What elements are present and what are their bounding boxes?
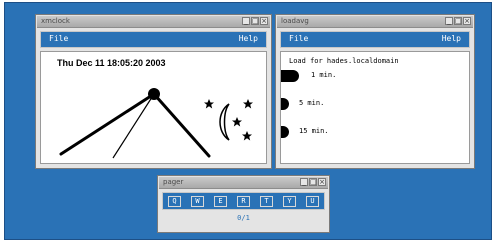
pager-titlebar[interactable]: pager _ □ × — [159, 177, 328, 189]
load-bar-1min — [281, 70, 299, 82]
clock-face — [59, 88, 253, 159]
loadavg-titlebar[interactable]: loadavg _ □ × — [277, 16, 473, 28]
minimize-button[interactable]: _ — [242, 17, 250, 25]
pager-window-title: pager — [163, 178, 184, 186]
file-menu[interactable]: File — [289, 34, 308, 43]
loadavg-content: Load for hades.localdomain 1 min. 5 min.… — [280, 51, 470, 164]
star-icon — [204, 99, 214, 109]
clock-content: Thu Dec 11 18:05:20 2003 — [40, 51, 267, 164]
pager-button[interactable]: R — [237, 196, 250, 207]
minimize-button[interactable]: _ — [445, 17, 453, 25]
moon-icon — [219, 103, 230, 141]
pager-button[interactable]: T — [260, 196, 273, 207]
star-icon — [242, 131, 252, 141]
clock-window-title: xmclock — [41, 17, 70, 25]
load-label-15min: 15 min. — [299, 127, 329, 135]
load-bar-15min — [281, 126, 289, 138]
file-menu[interactable]: File — [49, 34, 68, 43]
desktop: xmclock _ □ × File Help Thu Dec 11 18:05… — [4, 2, 492, 240]
load-label-5min: 5 min. — [299, 99, 325, 107]
maximize-button[interactable]: □ — [251, 17, 259, 25]
pager-window[interactable]: pager _ □ × Q W E R T Y U 0/1 — [157, 175, 330, 233]
pager-status: 0/1 — [237, 214, 250, 222]
pager-button[interactable]: E — [214, 196, 227, 207]
star-icon — [243, 99, 253, 109]
loadavg-window[interactable]: loadavg _ □ × File Help Load for hades.l… — [275, 14, 475, 169]
loadavg-window-title: loadavg — [281, 17, 309, 25]
help-menu[interactable]: Help — [442, 34, 461, 43]
maximize-button[interactable]: □ — [309, 178, 317, 186]
minimize-button[interactable]: _ — [300, 178, 308, 186]
load-bar-5min — [281, 98, 289, 110]
loadavg-menubar: File Help — [280, 31, 470, 48]
clock-menubar: File Help — [40, 31, 267, 48]
pager-desktop-grid: Q W E R T Y U — [162, 192, 325, 210]
star-icon — [232, 117, 242, 127]
pager-button[interactable]: Q — [168, 196, 181, 207]
clock-hand-thin — [112, 93, 155, 159]
help-menu[interactable]: Help — [239, 34, 258, 43]
pager-button[interactable]: U — [306, 196, 319, 207]
clock-hand-left — [59, 92, 156, 156]
pager-button[interactable]: W — [191, 196, 204, 207]
clock-hub — [148, 88, 160, 100]
clock-window[interactable]: xmclock _ □ × File Help Thu Dec 11 18:05… — [35, 14, 272, 169]
close-button[interactable]: × — [463, 17, 471, 25]
close-button[interactable]: × — [260, 17, 268, 25]
pager-button[interactable]: Y — [283, 196, 296, 207]
clock-hand-right — [152, 92, 211, 158]
close-button[interactable]: × — [318, 178, 326, 186]
clock-titlebar[interactable]: xmclock _ □ × — [37, 16, 270, 28]
load-header: Load for hades.localdomain — [289, 57, 399, 65]
maximize-button[interactable]: □ — [454, 17, 462, 25]
load-label-1min: 1 min. — [311, 71, 337, 79]
